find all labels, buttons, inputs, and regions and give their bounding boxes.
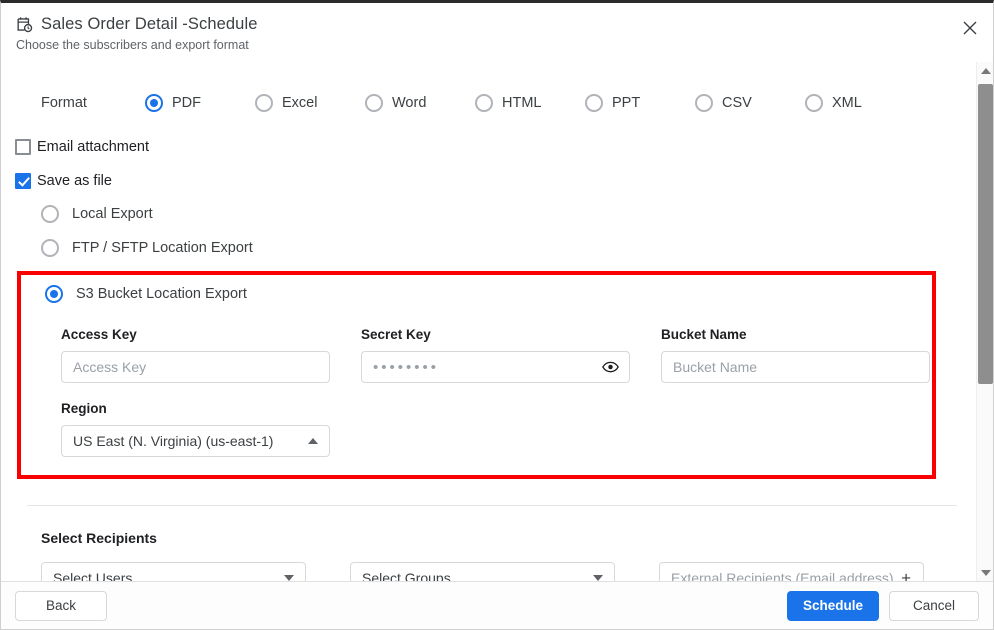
plus-icon[interactable]: + [901, 570, 911, 582]
chevron-down-icon [284, 575, 294, 581]
save-as-file-label: Save as file [37, 173, 112, 189]
region-label: Region [61, 401, 107, 416]
email-attachment-label: Email attachment [37, 139, 150, 155]
external-recipients-placeholder: External Recipients (Email address) [671, 570, 894, 581]
format-option-ppt[interactable]: PPT [585, 94, 695, 112]
s3-credential-fields: Access Key Access Key Secret Key •••••••… [21, 327, 932, 383]
access-key-field-group: Access Key Access Key [61, 327, 361, 383]
destination-ftp-export[interactable]: FTP / SFTP Location Export [41, 239, 947, 257]
page-title: Sales Order Detail -Schedule [41, 15, 258, 33]
secret-key-value: •••••••• [373, 358, 440, 376]
destination-label: Local Export [72, 206, 153, 222]
bucket-name-field-group: Bucket Name Bucket Name [661, 327, 961, 383]
destination-label: FTP / SFTP Location Export [72, 240, 253, 256]
format-options-row: Format PDF Excel Word HTML PPT CSV XML [15, 88, 947, 118]
radio-html[interactable] [475, 94, 493, 112]
s3-settings-highlight-box: S3 Bucket Location Export Access Key Acc… [17, 271, 936, 479]
region-selected-value: US East (N. Virginia) (us-east-1) [73, 433, 274, 449]
format-option-word[interactable]: Word [365, 94, 475, 112]
format-option-xml[interactable]: XML [805, 94, 915, 112]
title-row: Sales Order Detail -Schedule [15, 15, 953, 34]
format-option-excel[interactable]: Excel [255, 94, 365, 112]
bucket-name-placeholder: Bucket Name [673, 359, 758, 375]
select-users-dropdown[interactable]: Select Users [41, 562, 306, 581]
save-as-file-option[interactable]: Save as file [15, 173, 947, 189]
page-subtitle: Choose the subscribers and export format [16, 38, 249, 52]
format-option-label: CSV [722, 95, 752, 111]
vertical-scrollbar[interactable] [976, 62, 993, 581]
back-button[interactable]: Back [15, 590, 107, 621]
format-option-pdf[interactable]: PDF [145, 94, 255, 112]
destination-s3-export[interactable]: S3 Bucket Location Export [45, 285, 932, 303]
select-recipients-title: Select Recipients [41, 530, 157, 546]
email-attachment-option[interactable]: Email attachment [15, 139, 947, 155]
format-option-label: XML [832, 95, 862, 111]
scroll-down-arrow-icon[interactable] [977, 564, 993, 581]
radio-ppt[interactable] [585, 94, 603, 112]
format-label: Format [41, 95, 87, 111]
radio-xml[interactable] [805, 94, 823, 112]
secret-key-field-group: Secret Key •••••••• [361, 327, 661, 383]
cancel-button[interactable]: Cancel [889, 590, 979, 621]
external-recipients-cell: External Recipients (Email address) + [659, 562, 968, 581]
dialog-header: Sales Order Detail -Schedule Choose the … [1, 3, 993, 62]
bucket-name-input[interactable]: Bucket Name [661, 351, 930, 383]
format-option-csv[interactable]: CSV [695, 94, 805, 112]
schedule-dialog: Sales Order Detail -Schedule Choose the … [0, 0, 994, 630]
scroll-content: Format PDF Excel Word HTML PPT CSV XML E… [1, 62, 961, 581]
section-divider [27, 505, 957, 506]
secret-key-label: Secret Key [361, 327, 431, 342]
radio-pdf[interactable] [145, 94, 163, 112]
radio-local-export[interactable] [41, 205, 59, 223]
radio-excel[interactable] [255, 94, 273, 112]
format-option-label: Excel [282, 95, 318, 111]
schedule-calendar-clock-icon [15, 15, 34, 34]
region-select[interactable]: US East (N. Virginia) (us-east-1) [61, 425, 330, 457]
select-groups-cell: Select Groups [350, 562, 659, 581]
destination-label: S3 Bucket Location Export [76, 286, 247, 302]
dialog-body: Format PDF Excel Word HTML PPT CSV XML E… [1, 62, 993, 581]
select-groups-dropdown[interactable]: Select Groups [350, 562, 615, 581]
secret-key-input[interactable]: •••••••• [361, 351, 630, 383]
dialog-footer: Back Schedule Cancel [1, 581, 993, 629]
region-field-group: Region US East (N. Virginia) (us-east-1) [21, 401, 932, 457]
destination-local-export[interactable]: Local Export [41, 205, 947, 223]
access-key-placeholder: Access Key [73, 359, 147, 375]
external-recipients-input[interactable]: External Recipients (Email address) + [659, 562, 924, 581]
format-option-html[interactable]: HTML [475, 94, 585, 112]
format-option-label: PDF [172, 95, 201, 111]
scrollbar-thumb[interactable] [978, 84, 993, 384]
access-key-input[interactable]: Access Key [61, 351, 330, 383]
radio-s3-export[interactable] [45, 285, 63, 303]
radio-ftp-export[interactable] [41, 239, 59, 257]
bucket-name-label: Bucket Name [661, 327, 747, 342]
format-option-label: HTML [502, 95, 542, 111]
close-icon[interactable] [959, 17, 981, 39]
recipients-row: Select Users Select Groups External Reci… [15, 562, 947, 581]
radio-csv[interactable] [695, 94, 713, 112]
access-key-label: Access Key [61, 327, 137, 342]
radio-word[interactable] [365, 94, 383, 112]
schedule-button[interactable]: Schedule [787, 590, 879, 621]
chevron-down-icon [593, 575, 603, 581]
chevron-up-icon [308, 438, 318, 444]
checkbox-save-as-file[interactable] [15, 173, 31, 189]
select-groups-value: Select Groups [362, 570, 451, 581]
checkbox-email-attachment[interactable] [15, 139, 31, 155]
eye-icon[interactable] [602, 361, 619, 373]
select-users-cell: Select Users [41, 562, 350, 581]
format-option-label: PPT [612, 95, 641, 111]
select-users-value: Select Users [53, 570, 133, 581]
scroll-up-arrow-icon[interactable] [977, 62, 993, 79]
format-option-label: Word [392, 95, 427, 111]
